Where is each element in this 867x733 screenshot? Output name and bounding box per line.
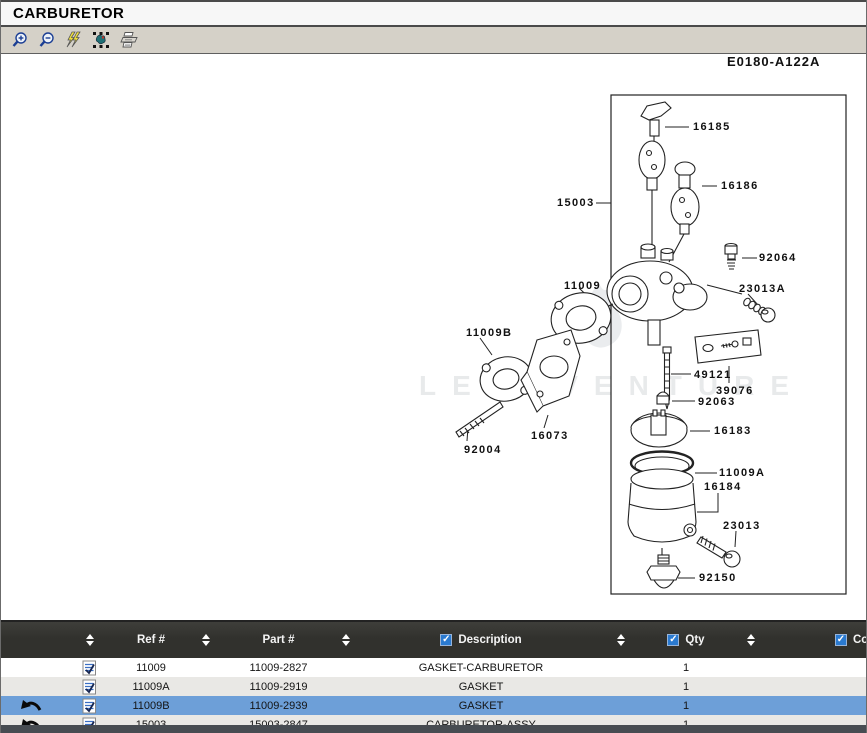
spacer <box>186 658 226 677</box>
part-label-23013[interactable]: 23013 <box>723 520 761 532</box>
part-label-16186[interactable]: 16186 <box>721 180 759 192</box>
qty-cell: 1 <box>641 677 731 696</box>
description-cell: GASKET <box>361 696 601 715</box>
sort-control[interactable] <box>86 634 94 646</box>
description-checkbox[interactable]: ✓ <box>440 634 452 646</box>
spacer <box>731 658 771 677</box>
co-checkbox[interactable]: ✓ <box>835 634 847 646</box>
undo-arrow-icon[interactable] <box>1 696 63 715</box>
column-header-qty: ✓ Qty <box>641 634 731 646</box>
part-label-16184[interactable]: 16184 <box>704 481 742 493</box>
parts-list-icon[interactable] <box>63 677 116 696</box>
part-label-11009A[interactable]: 11009A <box>719 467 765 479</box>
spacer <box>331 677 361 696</box>
title-bar: CARBURETOR <box>1 2 866 27</box>
spacer <box>601 658 641 677</box>
ref-cell: 11009A <box>116 677 186 696</box>
select-image-icon[interactable] <box>91 30 111 50</box>
diagram-viewport: LEADVENTURE <box>1 54 866 622</box>
part-label-11009B[interactable]: 11009B <box>466 327 512 339</box>
qty-checkbox[interactable]: ✓ <box>667 634 679 646</box>
sort-control[interactable] <box>747 634 755 646</box>
table-body: 1100911009-2827GASKET-CARBURETOR111009A1… <box>1 658 866 733</box>
part-label-92063[interactable]: 92063 <box>698 396 736 408</box>
toolbar <box>1 27 866 54</box>
part-label-49121[interactable]: 49121 <box>694 369 732 381</box>
table-row[interactable]: 11009B 11009-2939 GASKET 1 <box>1 696 866 715</box>
part-label-16183[interactable]: 16183 <box>714 425 752 437</box>
ref-cell: 11009 <box>116 658 186 677</box>
print-icon[interactable] <box>118 30 138 50</box>
column-header-part: Part # <box>226 634 331 646</box>
page-title: CARBURETOR <box>13 5 124 22</box>
exploded-diagram: LEADVENTURE <box>1 54 866 622</box>
sort-control[interactable] <box>342 634 350 646</box>
zoom-out-icon[interactable] <box>37 30 57 50</box>
column-header-co: ✓ Co <box>771 634 866 646</box>
bottom-bar <box>1 725 866 733</box>
spacer <box>331 658 361 677</box>
co-cell <box>771 696 866 715</box>
co-cell <box>771 658 866 677</box>
spacer <box>731 677 771 696</box>
part-label-15003[interactable]: 15003 <box>557 197 595 209</box>
spacer <box>186 696 226 715</box>
part-label-92150[interactable]: 92150 <box>699 572 737 584</box>
part-cell: 11009-2827 <box>226 658 331 677</box>
spacer <box>186 677 226 696</box>
sort-control[interactable] <box>202 634 210 646</box>
part-label-92064[interactable]: 92064 <box>759 252 797 264</box>
table-row[interactable]: 11009 11009-2827 GASKET-CARBURETOR 1 <box>1 658 866 677</box>
part-cell: 11009-2919 <box>226 677 331 696</box>
co-cell <box>771 677 866 696</box>
spacer <box>601 677 641 696</box>
parts-catalog-window: CARBURETOR <box>0 0 867 733</box>
description-cell: GASKET <box>361 677 601 696</box>
diagram-code: E0180-A122A <box>727 54 820 69</box>
spacer <box>731 696 771 715</box>
description-cell: GASKET-CARBURETOR <box>361 658 601 677</box>
zoom-in-icon[interactable] <box>10 30 30 50</box>
sort-control[interactable] <box>617 634 625 646</box>
spacer <box>331 696 361 715</box>
parts-list-icon[interactable] <box>63 696 116 715</box>
parts-list-icon[interactable] <box>63 658 116 677</box>
table-header: Ref # Part # ✓ Description ✓ Qty ✓ Co <box>1 622 866 658</box>
part-label-16073[interactable]: 16073 <box>531 430 569 442</box>
qty-cell: 1 <box>641 658 731 677</box>
part-label-16185[interactable]: 16185 <box>693 121 731 133</box>
table-row[interactable]: 11009A 11009-2919 GASKET 1 <box>1 677 866 696</box>
column-header-ref: Ref # <box>116 634 186 646</box>
qty-cell: 1 <box>641 696 731 715</box>
arrow-cell <box>1 677 63 696</box>
column-header-description: ✓ Description <box>361 634 601 646</box>
part-label-23013A[interactable]: 23013A <box>739 283 786 295</box>
table-rows: 1100911009-2827GASKET-CARBURETOR111009A1… <box>1 658 866 733</box>
ref-cell: 11009B <box>116 696 186 715</box>
arrow-cell <box>1 658 63 677</box>
part-label-11009[interactable]: 11009 <box>564 280 601 292</box>
part-cell: 11009-2939 <box>226 696 331 715</box>
hotspots-icon[interactable] <box>64 30 84 50</box>
spacer <box>601 696 641 715</box>
part-label-92004[interactable]: 92004 <box>464 444 502 456</box>
